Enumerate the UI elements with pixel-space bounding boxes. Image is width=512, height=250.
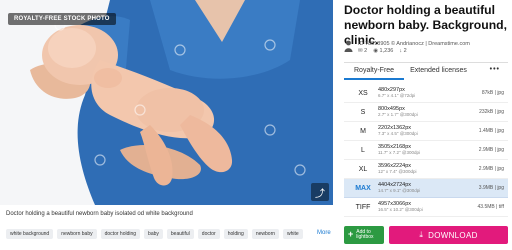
action-buttons: + Add to lightbox ⤓ DOWNLOAD [344,226,508,244]
file-size: 232kB | jpg [479,109,504,115]
avatar-icon[interactable] [344,40,353,52]
size-inches: 14.7" x 9.1" @300dpi [378,188,421,193]
size-inches: 7.3" x 4.5" @300dpi [378,131,418,136]
share-icon: ⤴ [315,188,325,200]
size-inches: 2.7" x 1.7" @300dpi [378,112,418,117]
tag[interactable]: doctor holding [100,229,141,239]
lightbox-label: Add to lightbox [356,228,374,240]
tag[interactable]: doctor [197,229,220,239]
plus-icon: + [348,229,354,240]
file-size: 1.4MB | jpg [478,128,504,134]
size-row-xl[interactable]: XL 3596x2224px 12" x 7.4" @300dpi 2.9MB |… [344,160,508,179]
size-code: XL [358,165,368,173]
tag[interactable]: newborn [251,229,280,239]
download-icon: ↓ [399,48,403,54]
image-stats: ✉ 2 ◉ 1,236 ↓ 2 [358,48,470,54]
size-code: L [361,146,365,154]
size-inches: 11.7" x 7.2" @300dpi [378,150,420,155]
size-inches: 12" x 7.4" @300dpi [378,169,417,174]
size-row-tiff[interactable]: TIFF 4957x3066px 16.5" x 10.2" @300dpi 43… [344,198,508,217]
more-tags-link[interactable]: More [317,230,331,236]
size-options: XS 480x297px 6.7" x 4.1" @72dpi 87kB | jp… [344,84,508,217]
author-info: ID 78818905 © Andrianocz | Dreamstime.co… [344,40,470,54]
size-inches: 6.7" x 4.1" @72dpi [378,93,416,98]
tag[interactable]: baby [144,229,163,239]
size-row-m[interactable]: M 2202x1362px 7.3" x 4.5" @300dpi 1.4MB |… [344,122,508,141]
views-stat: ◉ 1,236 [373,48,394,54]
add-to-lightbox-button[interactable]: + Add to lightbox [344,226,384,244]
tag[interactable]: white [283,229,303,239]
file-size: 43.5MB | tiff [477,204,505,210]
license-tabs: Royalty-Free Extended licenses ••• [344,63,508,80]
size-row-l[interactable]: L 3505x2168px 11.7" x 7.2" @300dpi 2.9MB … [344,141,508,160]
size-row-s[interactable]: S 800x495px 2.7" x 1.7" @300dpi 232kB | j… [344,103,508,122]
tag[interactable]: newborn baby [57,229,97,239]
file-size: 87kB | jpg [481,90,504,96]
file-size: 3.9MB | jpg [478,185,504,191]
size-code: MAX [355,184,371,192]
more-options-icon[interactable]: ••• [482,63,508,80]
eye-icon: ◉ [373,48,379,54]
photo-caption: Doctor holding a beautiful newborn baby … [6,211,193,217]
size-code: S [360,108,366,116]
tag[interactable]: holding [223,229,248,239]
download-button[interactable]: ⤓ DOWNLOAD [389,226,508,244]
download-icon: ⤓ [419,230,424,239]
tag[interactable]: white background [6,229,54,239]
share-button[interactable]: ⤴ [311,183,329,201]
tab-extended-licenses[interactable]: Extended licenses [404,63,473,80]
tag[interactable]: beautiful [166,229,194,239]
purchase-panel: Doctor holding a beautiful newborn baby.… [344,0,508,250]
size-code: M [360,127,366,135]
royalty-free-badge: ROYALTY-FREE STOCK PHOTO [8,13,116,25]
size-code: XS [358,89,368,97]
size-row-max[interactable]: MAX 4404x2724px 14.7" x 9.1" @300dpi 3.9M… [344,179,508,198]
size-code: TIFF [355,203,371,211]
author-line[interactable]: ID 78818905 © Andrianocz | Dreamstime.co… [358,40,470,48]
size-inches: 16.5" x 10.2" @300dpi [378,207,423,212]
comments-stat: ✉ 2 [358,48,368,54]
file-size: 2.9MB | jpg [478,147,504,153]
download-label: DOWNLOAD [428,230,478,240]
downloads-stat: ↓ 2 [399,48,407,54]
file-size: 2.9MB | jpg [478,166,504,172]
tag-list: white background newborn baby doctor hol… [6,229,303,239]
size-row-xs[interactable]: XS 480x297px 6.7" x 4.1" @72dpi 87kB | jp… [344,84,508,103]
photo-illustration [0,0,333,205]
stock-photo[interactable]: ROYALTY-FREE STOCK PHOTO ⤴ [0,0,333,205]
comment-icon: ✉ [358,48,363,54]
tab-royalty-free[interactable]: Royalty-Free [344,63,405,80]
